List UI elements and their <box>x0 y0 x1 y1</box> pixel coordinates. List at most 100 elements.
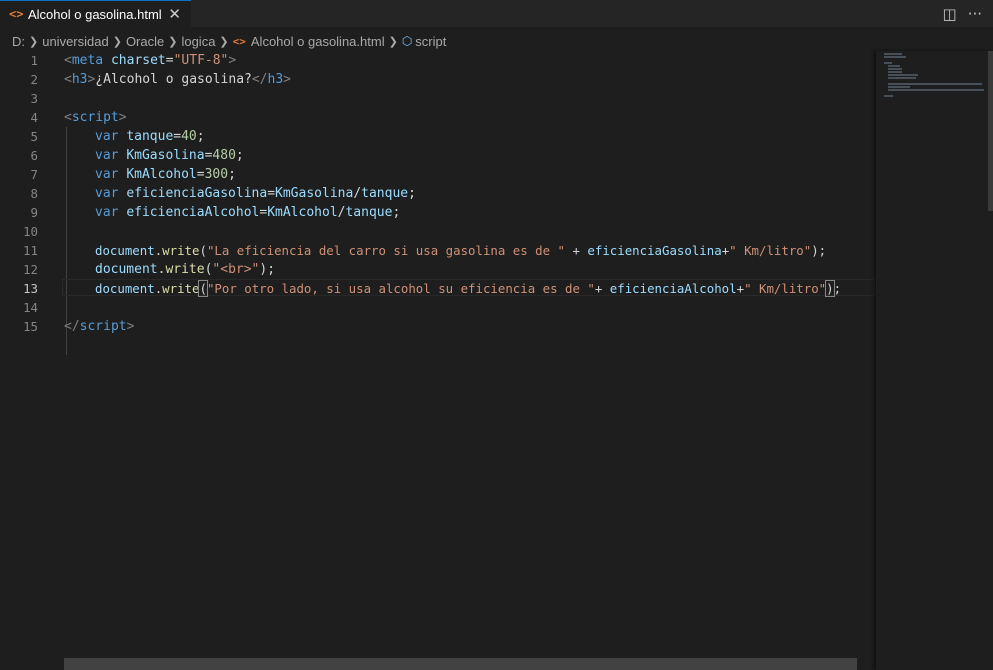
breadcrumb-folder-universidad[interactable]: universidad <box>42 34 109 49</box>
code-line: 5 var tanque=40; <box>0 127 876 146</box>
token: KmGasolina <box>126 148 205 163</box>
line-number: 13 <box>23 281 38 296</box>
tab-bar: <> Alcohol o gasolina.html ✕ ◫ ··· <box>0 0 993 27</box>
tab-alcohol-o-gasolina[interactable]: <> Alcohol o gasolina.html ✕ <box>0 0 191 27</box>
breadcrumb-folder-oracle[interactable]: Oracle <box>126 34 164 49</box>
token: var <box>95 205 119 220</box>
token: </ <box>64 319 80 334</box>
line-number: 8 <box>30 186 38 201</box>
code-text: var eficienciaGasolina=KmGasolina/tanque… <box>95 184 416 203</box>
token: document <box>95 262 158 277</box>
code-text: var eficienciaAlcohol=KmAlcohol/tanque; <box>95 203 400 222</box>
code-text: var KmAlcohol=300; <box>95 165 236 184</box>
minimap-line <box>888 77 916 79</box>
html-file-icon: <> <box>9 7 24 21</box>
code-line: 4 <script> <box>0 108 876 127</box>
token: ; <box>408 186 416 201</box>
token: eficienciaAlcohol <box>609 281 737 296</box>
token: </ <box>251 72 268 87</box>
code-line: 12 document.write("<br>"); <box>0 260 876 279</box>
token: KmGasolina <box>275 186 354 201</box>
code-text: var tanque=40; <box>95 127 205 146</box>
token: < <box>64 53 72 68</box>
token: var <box>95 129 119 144</box>
token: 40 <box>181 129 197 144</box>
matching-bracket: ( <box>198 280 209 297</box>
line-number: 3 <box>30 91 38 106</box>
line-number: 4 <box>30 110 38 125</box>
chevron-right-icon: ❯ <box>219 35 229 48</box>
token: script <box>71 110 119 125</box>
token: eficienciaGasolina <box>587 243 722 258</box>
minimap-line <box>888 65 900 67</box>
token: 480 <box>212 148 236 163</box>
code-editor[interactable]: 1 <meta charset="UTF-8"> 2 <h3>¿Alcohol … <box>0 51 876 656</box>
code-line: 11 document.write("La eficiencia del car… <box>0 241 876 260</box>
line-number: 2 <box>30 72 38 87</box>
token: > <box>228 53 237 68</box>
split-editor-icon[interactable]: ◫ <box>943 5 957 23</box>
token: KmAlcohol <box>267 205 338 220</box>
minimap[interactable] <box>876 51 993 670</box>
token: < <box>64 72 72 87</box>
token: tanque <box>361 186 409 201</box>
breadcrumb-folder-logica[interactable]: logica <box>181 34 215 49</box>
token: KmAlcohol <box>126 167 197 182</box>
token: write <box>165 262 205 277</box>
minimap-line <box>888 71 902 73</box>
token: eficienciaGasolina <box>126 186 268 201</box>
minimap-line <box>888 89 984 91</box>
token: charset <box>110 53 166 68</box>
token: " Km/litro" <box>744 281 827 296</box>
code-line: 8 var eficienciaGasolina=KmGasolina/tanq… <box>0 184 876 203</box>
horizontal-scrollbar[interactable] <box>64 658 857 670</box>
token: script <box>79 319 127 334</box>
code-line-active: 13 document.write("Por otro lado, si usa… <box>0 279 876 298</box>
token: + <box>736 281 745 296</box>
minimap-line <box>888 74 918 76</box>
token: ; <box>196 129 205 144</box>
code-text: document.write("La eficiencia del carro … <box>95 241 826 260</box>
line-number: 15 <box>23 319 38 334</box>
token: "<br>" <box>212 262 260 277</box>
code-text: <meta charset="UTF-8"> <box>64 51 236 70</box>
token: meta <box>71 53 104 68</box>
code-line: 1 <meta charset="UTF-8"> <box>0 51 876 70</box>
token: tanque <box>345 205 393 220</box>
minimap-line <box>888 86 910 88</box>
minimap-line <box>888 83 982 85</box>
token: eficienciaAlcohol <box>126 205 260 220</box>
more-actions-icon[interactable]: ··· <box>968 5 982 23</box>
matching-bracket: ) <box>825 280 835 297</box>
code-text: document.write("Por otro lado, si usa al… <box>95 279 841 298</box>
code-line: 7 var KmAlcohol=300; <box>0 165 876 184</box>
symbol-element-icon: ⬡ <box>401 34 413 48</box>
code-text: <script> <box>64 108 127 127</box>
vertical-scrollbar[interactable] <box>988 51 993 211</box>
breadcrumb-file[interactable]: Alcohol o gasolina.html <box>251 34 385 49</box>
token: > <box>126 319 135 334</box>
line-number: 10 <box>23 224 38 239</box>
token: h3 <box>71 72 88 87</box>
token: = <box>196 167 205 182</box>
token: var <box>95 167 119 182</box>
code-text: <h3>¿Alcohol o gasolina?</h3> <box>64 70 291 89</box>
html-file-icon: <> <box>232 34 246 48</box>
close-icon[interactable]: ✕ <box>168 5 181 23</box>
code-text: var KmGasolina=480; <box>95 146 244 165</box>
minimap-line <box>884 53 902 55</box>
code-line: 2 <h3>¿Alcohol o gasolina?</h3> <box>0 70 876 89</box>
tab-label: Alcohol o gasolina.html <box>28 6 162 22</box>
token: write <box>162 281 200 296</box>
code-line: 10 <box>0 222 876 241</box>
token: document <box>95 243 155 258</box>
token: 300 <box>204 167 229 182</box>
token: document <box>95 281 155 296</box>
line-number: 6 <box>30 148 38 163</box>
breadcrumb: D: ❯ universidad ❯ Oracle ❯ logica ❯ <> … <box>0 30 446 52</box>
chevron-right-icon: ❯ <box>168 35 178 48</box>
token: var <box>95 148 119 163</box>
breadcrumb-symbol[interactable]: script <box>415 34 446 49</box>
breadcrumb-drive[interactable]: D: <box>12 34 25 49</box>
